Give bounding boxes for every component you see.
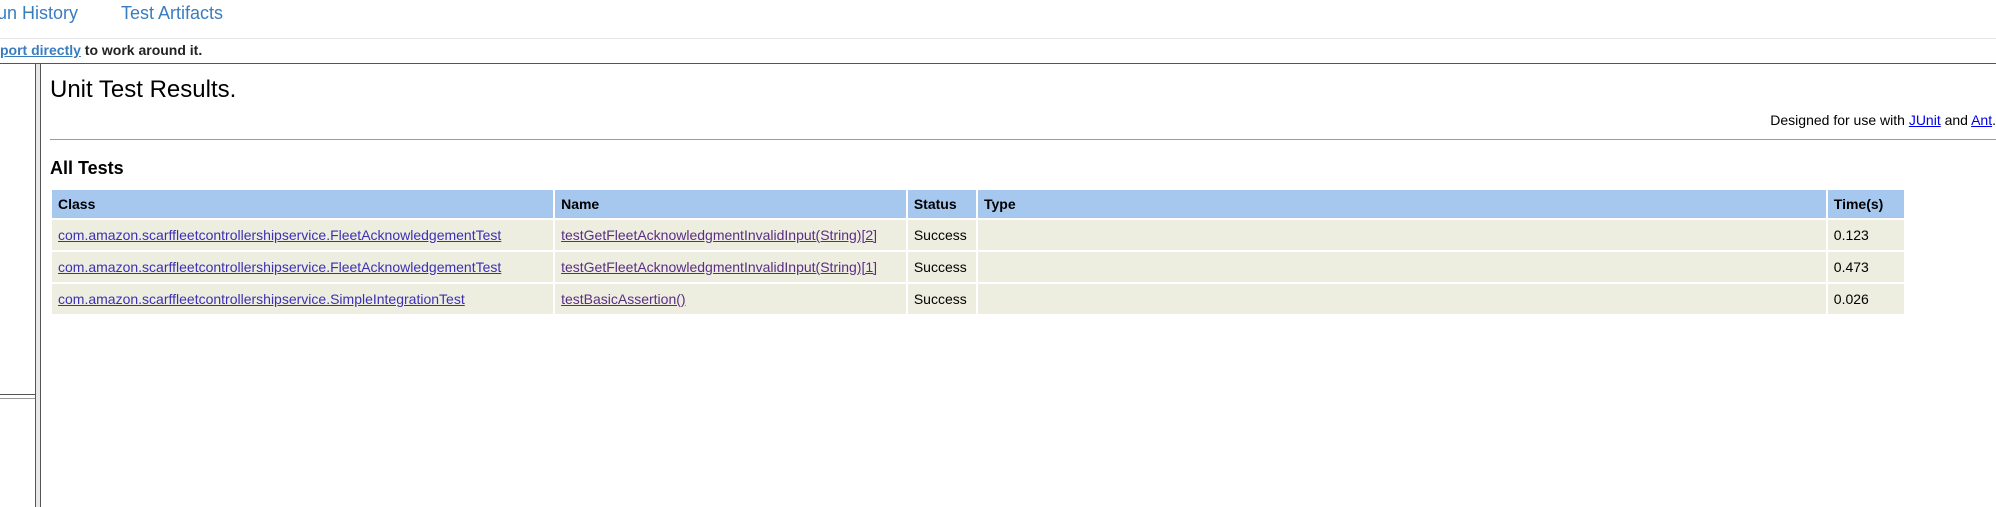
table-row: com.amazon.scarffleetcontrollershipservi… <box>52 284 1904 314</box>
class-link[interactable]: com.amazon.scarffleetcontrollershipservi… <box>58 259 501 275</box>
left-frame-divider[interactable] <box>0 394 35 395</box>
and-text: and <box>1940 112 1972 128</box>
table-row: com.amazon.scarffleetcontrollershipservi… <box>52 252 1904 282</box>
name-cell: testBasicAssertion() <box>555 284 906 314</box>
type-cell <box>977 220 1826 250</box>
left-frame-divider-shadow <box>0 398 35 399</box>
test-name-link[interactable]: testBasicAssertion() <box>561 291 685 307</box>
notice-banner: port directly to work around it. <box>0 42 202 58</box>
class-link[interactable]: com.amazon.scarffleetcontrollershipservi… <box>58 291 465 307</box>
results-table: Class Name Status Type Time(s) com.amazo… <box>50 188 1906 316</box>
name-cell: testGetFleetAcknowledgmentInvalidInput(S… <box>555 220 906 250</box>
report-frame: Unit Test Results. Designed for use with… <box>41 64 1996 507</box>
class-cell: com.amazon.scarffleetcontrollershipservi… <box>52 252 554 282</box>
column-header-status: Status <box>907 190 976 218</box>
table-row: com.amazon.scarffleetcontrollershipservi… <box>52 220 1904 250</box>
status-cell: Success <box>907 252 976 282</box>
time-cell: 0.026 <box>1827 284 1904 314</box>
test-name-link[interactable]: testGetFleetAcknowledgmentInvalidInput(S… <box>561 227 877 243</box>
top-navigation: un History Test Artifacts <box>0 0 1996 39</box>
type-cell <box>977 252 1826 282</box>
class-cell: com.amazon.scarffleetcontrollershipservi… <box>52 220 554 250</box>
status-cell: Success <box>907 284 976 314</box>
test-name-link[interactable]: testGetFleetAcknowledgmentInvalidInput(S… <box>561 259 877 275</box>
time-cell: 0.123 <box>1827 220 1904 250</box>
left-frame <box>0 64 35 507</box>
table-header-row: Class Name Status Type Time(s) <box>52 190 1904 218</box>
time-cell: 0.473 <box>1827 252 1904 282</box>
notice-text: to work around it. <box>80 42 203 58</box>
class-cell: com.amazon.scarffleetcontrollershipservi… <box>52 284 554 314</box>
open-report-link[interactable]: port directly <box>0 42 81 58</box>
status-cell: Success <box>907 220 976 250</box>
column-header-type: Type <box>977 190 1826 218</box>
designed-prefix: Designed for use with <box>1770 112 1909 128</box>
tab-run-history[interactable]: un History <box>0 3 78 24</box>
name-cell: testGetFleetAcknowledgmentInvalidInput(S… <box>555 252 906 282</box>
column-header-class: Class <box>52 190 554 218</box>
type-cell <box>977 284 1826 314</box>
horizontal-rule <box>50 139 1996 140</box>
class-link[interactable]: com.amazon.scarffleetcontrollershipservi… <box>58 227 501 243</box>
junit-link[interactable]: JUnit <box>1909 112 1941 128</box>
column-header-time: Time(s) <box>1827 190 1904 218</box>
ant-link[interactable]: Ant <box>1971 112 1992 128</box>
designed-for-note: Designed for use with JUnit and Ant. <box>1770 112 1996 128</box>
tab-test-artifacts[interactable]: Test Artifacts <box>121 3 223 24</box>
period-text: . <box>1992 112 1996 128</box>
column-header-name: Name <box>555 190 906 218</box>
page-title: Unit Test Results. <box>50 76 237 103</box>
section-title: All Tests <box>50 158 124 178</box>
